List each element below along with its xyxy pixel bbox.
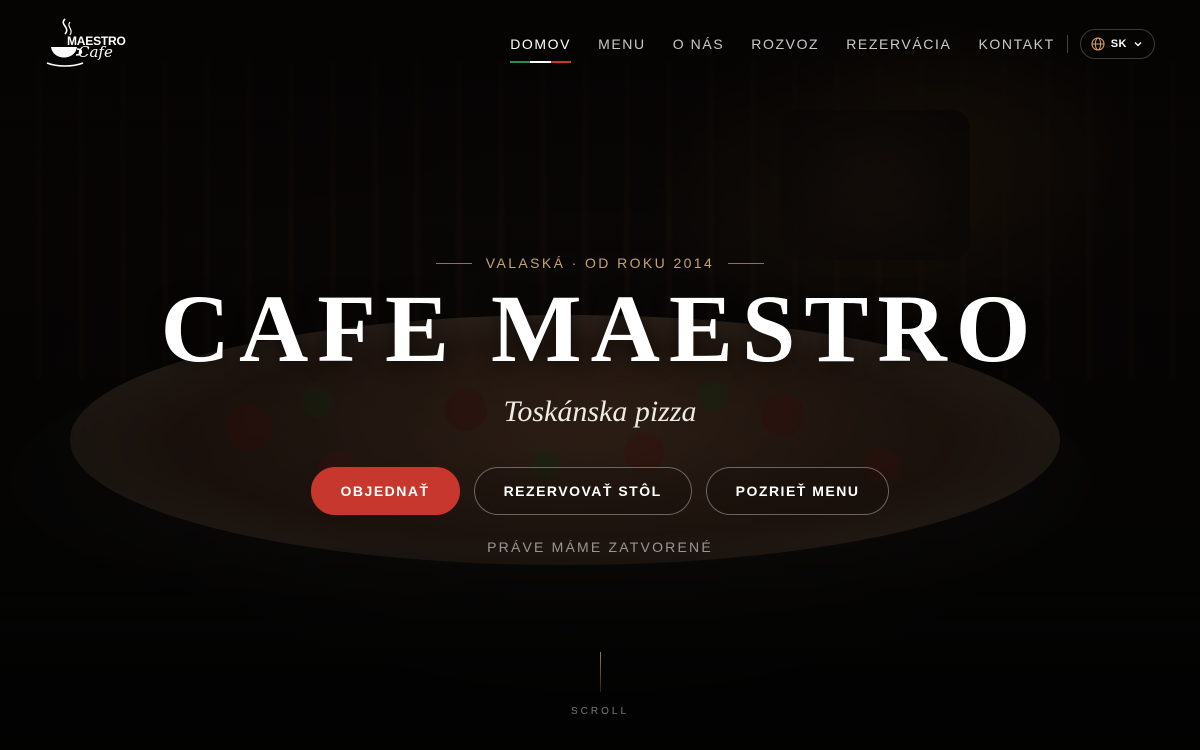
nav-item-label: MENU bbox=[598, 36, 646, 52]
nav-item-label: ROZVOZ bbox=[751, 36, 820, 52]
scroll-label: SCROLL bbox=[570, 706, 629, 717]
order-button[interactable]: OBJEDNAŤ bbox=[310, 467, 460, 515]
brand-logo[interactable]: MAESTRO Cafe bbox=[45, 17, 135, 71]
opening-status: PRÁVE MÁME ZATVORENÉ bbox=[487, 539, 713, 555]
globe-icon bbox=[1091, 37, 1105, 51]
language-code: SK bbox=[1110, 38, 1127, 50]
nav-item-rezervacia[interactable]: REZERVÁCIA bbox=[846, 30, 951, 58]
eyebrow-rule-left bbox=[435, 262, 472, 264]
nav-item-kontakt[interactable]: KONTAKT bbox=[978, 30, 1054, 58]
main-navigation: DOMOV MENU O NÁS ROZVOZ REZERVÁCIA KONTA… bbox=[510, 29, 1155, 63]
nav-item-menu[interactable]: MENU bbox=[598, 30, 646, 58]
logo-script-text: Cafe bbox=[78, 43, 113, 61]
active-indicator bbox=[510, 61, 572, 64]
scroll-indicator[interactable]: SCROLL bbox=[0, 652, 1200, 717]
eyebrow-rule-right bbox=[728, 262, 765, 264]
hero-section: VALASKÁ · OD ROKU 2014 CAFE MAESTRO Tosk… bbox=[0, 255, 1200, 555]
chevron-down-icon bbox=[1133, 39, 1143, 49]
site-header: MAESTRO Cafe DOMOV MENU O NÁS ROZVOZ REZ… bbox=[0, 0, 1200, 88]
indicator-green bbox=[510, 61, 531, 63]
nav-item-label: DOMOV bbox=[510, 36, 572, 52]
nav-item-label: REZERVÁCIA bbox=[846, 36, 952, 52]
nav-item-o-nas[interactable]: O NÁS bbox=[673, 30, 725, 58]
nav-item-label: O NÁS bbox=[672, 36, 725, 52]
nav-item-rozvoz[interactable]: ROZVOZ bbox=[751, 30, 819, 58]
indicator-red bbox=[550, 61, 572, 63]
hero-subtitle: Toskánska pizza bbox=[503, 395, 697, 428]
hero-title: CAFE MAESTRO bbox=[160, 275, 1040, 382]
hero-eyebrow: VALASKÁ · OD ROKU 2014 bbox=[435, 255, 765, 271]
language-switcher[interactable]: SK bbox=[1079, 29, 1155, 59]
reserve-table-button[interactable]: REZERVOVAŤ STÔL bbox=[473, 467, 692, 515]
nav-divider bbox=[1066, 35, 1068, 53]
view-menu-button[interactable]: POZRIEŤ MENU bbox=[705, 467, 890, 515]
eyebrow-text: VALASKÁ · OD ROKU 2014 bbox=[485, 255, 715, 271]
nav-item-domov[interactable]: DOMOV bbox=[510, 30, 572, 63]
nav-list: DOMOV MENU O NÁS ROZVOZ REZERVÁCIA KONTA… bbox=[510, 30, 1055, 63]
nav-item-label: KONTAKT bbox=[978, 36, 1055, 52]
indicator-white bbox=[530, 61, 551, 63]
scroll-line bbox=[599, 652, 601, 692]
cta-buttons: OBJEDNAŤ REZERVOVAŤ STÔL POZRIEŤ MENU bbox=[310, 467, 890, 515]
